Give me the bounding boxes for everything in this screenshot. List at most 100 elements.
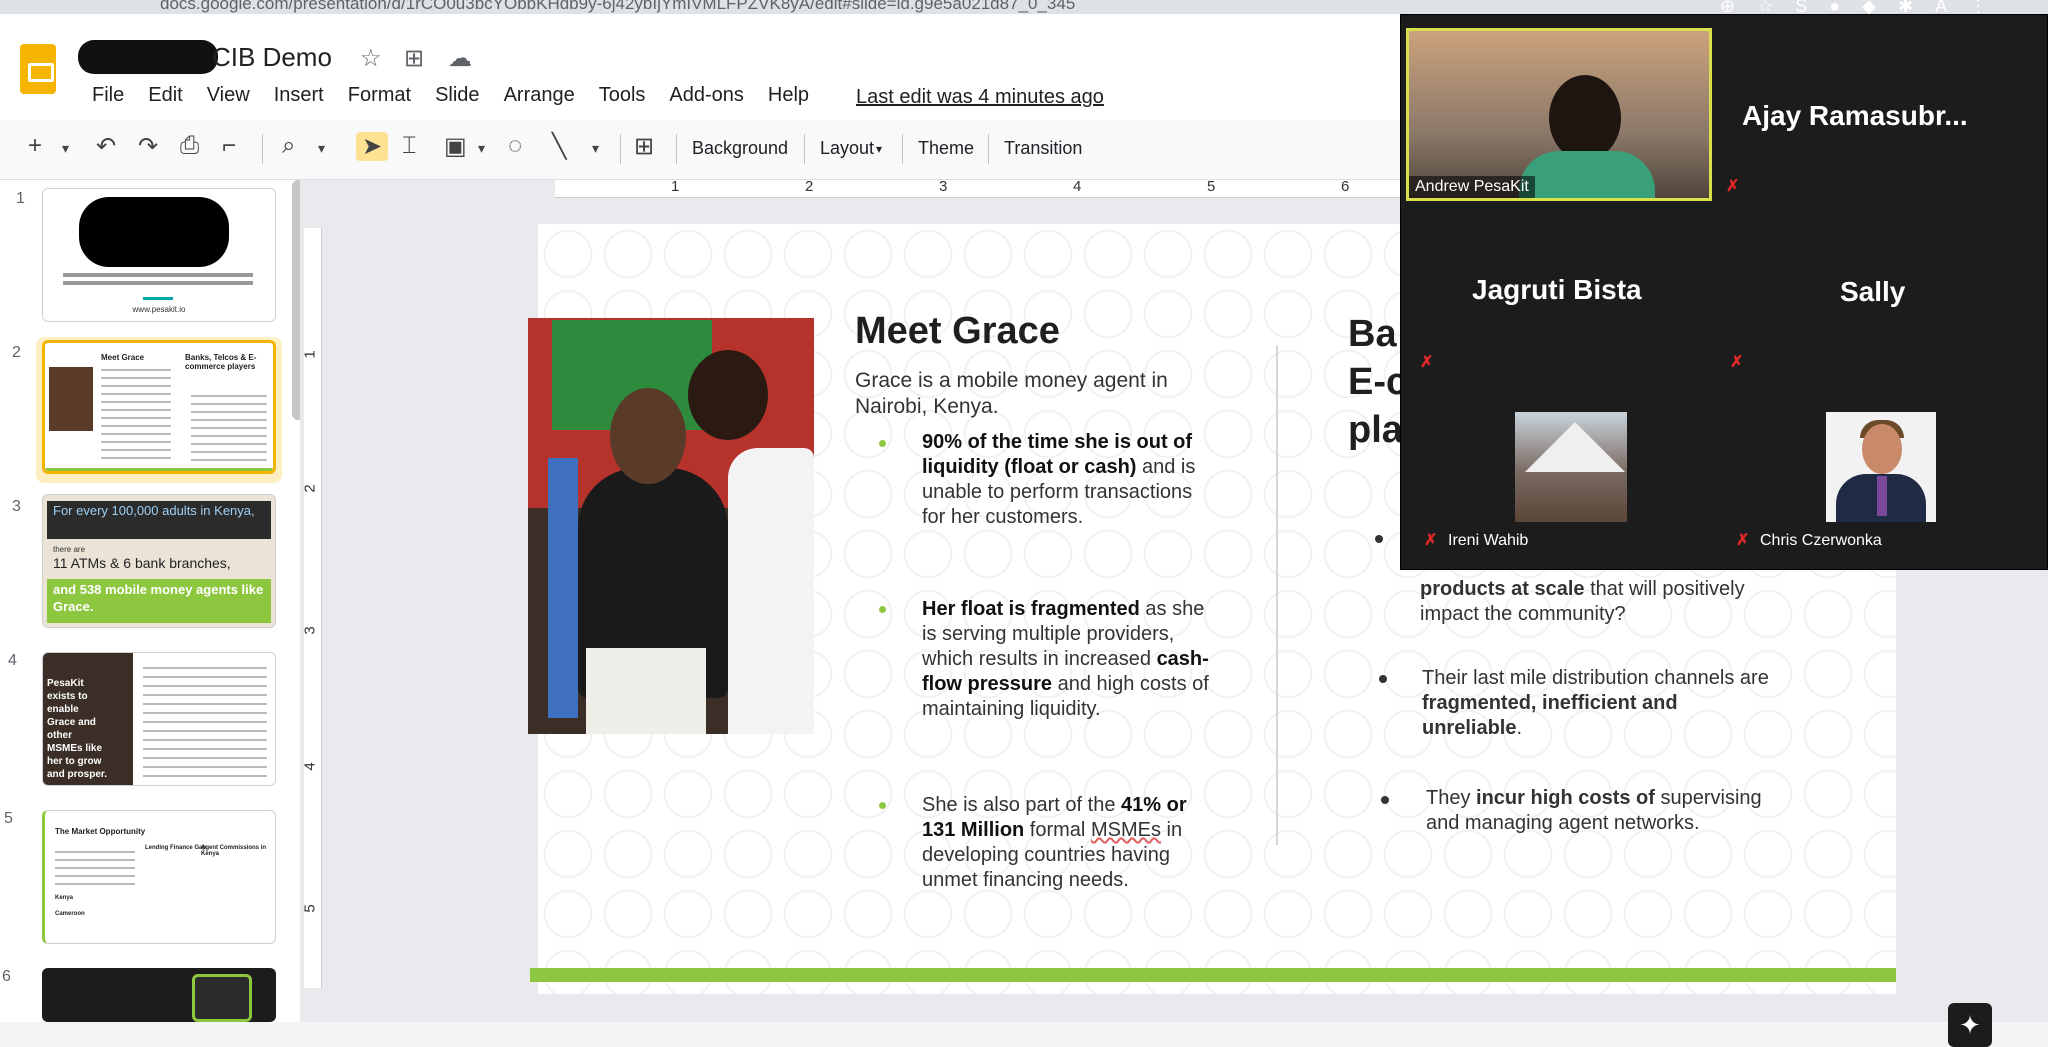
- image-dropdown-icon[interactable]: ▾: [478, 140, 485, 157]
- right-title-line: pla: [1348, 409, 1403, 451]
- participant-name[interactable]: Sally: [1840, 276, 1905, 308]
- menu-arrange[interactable]: Arrange: [504, 84, 575, 107]
- shield-icon[interactable]: ◆: [1862, 0, 1876, 17]
- vertical-ruler[interactable]: 1 2 3 4 5: [301, 228, 322, 988]
- transition-button[interactable]: Transition: [1004, 138, 1082, 159]
- menu-tools[interactable]: Tools: [599, 84, 646, 107]
- last-edit-link[interactable]: Last edit was 4 minutes ago: [856, 86, 1104, 109]
- menu-addons[interactable]: Add-ons: [669, 84, 744, 107]
- slide-thumb-5[interactable]: The Market Opportunity Lending Finance G…: [42, 810, 276, 944]
- video-tile-andrew[interactable]: Andrew PesaKit: [1406, 28, 1712, 201]
- participant-photo-chris: [1826, 412, 1936, 522]
- mic-muted-icon: ✗: [1420, 354, 1434, 371]
- slide-thumb-2[interactable]: Meet Grace Banks, Telcos & E-commerce pl…: [42, 340, 276, 474]
- slides-logo-icon[interactable]: [20, 44, 56, 94]
- horizontal-ruler[interactable]: 1 2 3 4 5 6: [555, 178, 1455, 198]
- image-icon[interactable]: ▣: [444, 132, 467, 161]
- bookmark-star-icon[interactable]: ☆: [1757, 0, 1773, 17]
- more-menu-icon[interactable]: ⋮: [1969, 0, 1987, 17]
- url-text[interactable]: docs.google.com/presentation/d/1rCO0u3bc…: [160, 0, 1075, 14]
- new-slide-dropdown-icon[interactable]: ▾: [62, 140, 69, 157]
- menu-insert[interactable]: Insert: [274, 84, 324, 107]
- right-bullet-1[interactable]: products at scale that will positively i…: [1420, 577, 1780, 627]
- thumb-text: Lending Finance Gap: [145, 845, 207, 851]
- slide-title[interactable]: Meet Grace: [855, 310, 1060, 353]
- zoom-dropdown-icon[interactable]: ▾: [318, 140, 325, 157]
- bullet-dot: [879, 606, 886, 613]
- participant-name[interactable]: Jagruti Bista: [1472, 274, 1642, 306]
- slide-thumb-6[interactable]: [42, 968, 276, 1022]
- bullet-2[interactable]: Her float is fragmented as she is servin…: [922, 597, 1212, 722]
- puzzle-icon[interactable]: ✱: [1898, 0, 1913, 17]
- grace-photo[interactable]: [528, 318, 814, 734]
- print-icon[interactable]: ⎙: [180, 132, 199, 160]
- bullet-dot: [879, 440, 886, 447]
- menu-help[interactable]: Help: [768, 84, 809, 107]
- text-box-icon[interactable]: ⌶: [402, 132, 416, 160]
- thumb-green-box: and 538 mobile money agents like Grace.: [47, 579, 271, 623]
- undo-icon[interactable]: ↶: [96, 132, 116, 161]
- right-bullet-3[interactable]: They incur high costs of supervising and…: [1426, 786, 1766, 836]
- thumb-text-line: [63, 281, 253, 285]
- adblock-icon[interactable]: ●: [1829, 0, 1840, 17]
- thumb-title: Banks, Telcos & E-commerce players: [185, 353, 257, 371]
- redacted-logo: [79, 197, 229, 267]
- ruler-tick: 4: [301, 762, 319, 771]
- right-bullet-2-end: .: [1516, 717, 1523, 739]
- select-cursor-icon[interactable]: ➤: [356, 132, 389, 161]
- participant-name[interactable]: Chris Czerwonka: [1760, 532, 1882, 550]
- background-button[interactable]: Background: [692, 138, 788, 159]
- slide-subtitle[interactable]: Grace is a mobile money agent in Nairobi…: [855, 368, 1175, 420]
- line-dropdown-icon[interactable]: ▾: [592, 140, 599, 157]
- right-column-title[interactable]: Ba E-c pla: [1348, 310, 1407, 454]
- move-folder-icon[interactable]: ⊞: [404, 44, 424, 73]
- paint-format-icon[interactable]: ⌐: [222, 132, 236, 160]
- bullet-1[interactable]: 90% of the time she is out of liquidity …: [922, 430, 1212, 530]
- zoom-icon[interactable]: ⌕: [282, 132, 295, 160]
- menu-format[interactable]: Format: [348, 84, 411, 107]
- slide-thumb-1[interactable]: www.pesakit.io: [42, 188, 276, 322]
- menu-slide[interactable]: Slide: [435, 84, 479, 107]
- menu-file[interactable]: File: [92, 84, 124, 107]
- extension-icon[interactable]: S: [1795, 0, 1807, 17]
- redo-icon[interactable]: ↷: [138, 132, 158, 161]
- thumb-text-lines: [191, 395, 267, 465]
- slide-thumb-3[interactable]: For every 100,000 adults in Kenya, there…: [42, 494, 276, 628]
- document-title[interactable]: CIB Demo: [212, 42, 332, 73]
- right-bullet-2-bold: fragmented, inefficient and unreliable: [1422, 692, 1678, 739]
- explore-button-icon[interactable]: ✦: [1948, 1003, 1992, 1047]
- theme-button[interactable]: Theme: [918, 138, 974, 159]
- slide-thumb-4[interactable]: PesaKit exists to enable Grace and other…: [42, 652, 276, 786]
- ruler-tick: 2: [805, 178, 814, 195]
- slide-green-bar: [530, 968, 1896, 982]
- toolbar-divider: [988, 134, 989, 164]
- participant-name[interactable]: Ireni Wahib: [1448, 532, 1528, 550]
- photo-man: [728, 448, 814, 734]
- bottom-speaker-notes-bar[interactable]: [0, 1022, 2048, 1047]
- right-bullet-2[interactable]: Their last mile distribution channels ar…: [1422, 666, 1782, 741]
- ruler-tick: 6: [1341, 178, 1350, 195]
- layout-dropdown-icon[interactable]: ▾: [876, 142, 882, 156]
- participant-name[interactable]: Ajay Ramasubr...: [1742, 100, 1968, 132]
- line-icon[interactable]: ╲: [552, 132, 566, 161]
- profile-avatar[interactable]: A: [1935, 0, 1947, 17]
- ruler-tick: 3: [939, 178, 948, 195]
- star-icon[interactable]: ☆: [360, 44, 382, 73]
- right-title-line: E-c: [1348, 361, 1408, 403]
- slide-number: 3: [12, 498, 21, 515]
- shape-icon[interactable]: ◌: [508, 132, 522, 160]
- toolbar: + ▾ ↶ ↷ ⎙ ⌐ ⌕ ▾ ➤ ⌶ ▣ ▾ ◌ ╲ ▾ ⊞ Backgrou…: [0, 120, 1400, 180]
- menu-edit[interactable]: Edit: [148, 84, 182, 107]
- zoom-in-icon[interactable]: ⊕: [1720, 0, 1735, 17]
- video-person-head: [1549, 75, 1621, 161]
- cloud-status-icon[interactable]: ☁: [448, 44, 472, 73]
- bullet-3-start: She is also part of the: [922, 794, 1122, 816]
- new-slide-icon[interactable]: +: [28, 132, 42, 160]
- bullet-3[interactable]: She is also part of the 41% or 131 Milli…: [922, 793, 1212, 893]
- comment-add-icon[interactable]: ⊞: [634, 132, 654, 161]
- thumb-url: www.pesakit.io: [132, 305, 186, 314]
- layout-button[interactable]: Layout: [820, 138, 874, 159]
- photo-woman-legs: [586, 648, 706, 734]
- menu-view[interactable]: View: [207, 84, 250, 107]
- thumb-text-lines: [55, 851, 135, 891]
